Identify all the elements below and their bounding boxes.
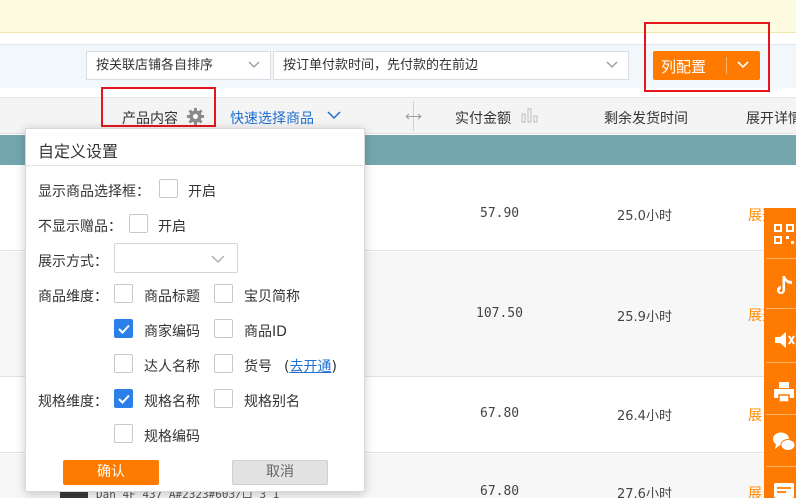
confirm-button[interactable]: 确认	[63, 460, 159, 485]
opt-sku-no-label: 货号	[244, 359, 272, 375]
chat-icon[interactable]	[772, 430, 796, 454]
sidebar-divider	[766, 308, 796, 309]
hide-gift-label: 不显示赠品：	[38, 219, 122, 235]
display-mode-label: 展示方式：	[38, 254, 108, 270]
sort-time-select[interactable]: 按订单付款时间，先付款的在前边	[273, 51, 629, 80]
printer-icon[interactable]	[772, 380, 796, 404]
row-expand-link[interactable]: 展	[748, 483, 762, 498]
sort-time-label: 按订单付款时间，先付款的在前边	[283, 58, 479, 73]
sidebar-divider	[766, 466, 796, 467]
opt-merchant-code-checkbox[interactable]	[114, 319, 133, 338]
spec-dim-label: 规格维度：	[38, 394, 108, 410]
custom-settings-panel: 自定义设置 显示商品选择框： 开启 不显示赠品： 开启 展示方式： 商品维度： …	[25, 128, 365, 492]
row-ship-time: 26.4小时	[617, 409, 672, 424]
col-product-header: 产品内容	[122, 111, 178, 127]
sidebar-divider	[766, 258, 796, 259]
opt-short-name-label: 宝贝简称	[244, 289, 300, 305]
chevron-down-icon	[606, 61, 618, 68]
opt-title-checkbox[interactable]	[114, 284, 133, 303]
message-icon[interactable]	[772, 480, 796, 498]
quick-select-dropdown[interactable]: 快速选择商品	[230, 108, 314, 128]
show-selector-label: 显示商品选择框：	[38, 184, 150, 200]
row-amount: 57.90	[480, 206, 520, 221]
show-selector-checkbox[interactable]	[159, 179, 178, 198]
row-ship-time: 25.9小时	[617, 310, 672, 325]
chevron-down-icon	[248, 61, 260, 68]
opt-merchant-code-label: 商家编码	[144, 324, 200, 340]
sidebar-divider	[766, 414, 796, 415]
chevron-down-icon[interactable]	[327, 110, 341, 120]
column-config-button[interactable]: 列配置	[653, 51, 760, 80]
tiktok-icon[interactable]	[772, 274, 796, 298]
cancel-button[interactable]: 取消	[232, 460, 328, 485]
display-mode-select[interactable]	[114, 243, 238, 273]
speaker-icon[interactable]	[772, 328, 796, 352]
qr-code-icon[interactable]	[772, 222, 796, 246]
col-ship-time-header: 剩余发货时间	[604, 111, 688, 127]
col-amount-header: 实付金额	[455, 111, 511, 127]
opt-spec-name-checkbox[interactable]	[114, 389, 133, 408]
opt-spec-code-checkbox[interactable]	[114, 424, 133, 443]
hide-gift-on-label: 开启	[158, 219, 186, 235]
row-expand-link[interactable]: 展	[748, 405, 762, 425]
row-ship-time: 27.6小时	[617, 487, 672, 498]
show-selector-on-label: 开启	[188, 184, 216, 200]
row-ship-time: 25.0小时	[617, 209, 672, 224]
button-divider	[726, 57, 727, 74]
floating-sidebar	[764, 208, 796, 498]
gear-icon[interactable]	[186, 107, 205, 126]
checkmark-icon	[118, 324, 130, 334]
opt-spec-code-label: 规格编码	[144, 429, 200, 445]
checkmark-icon	[118, 394, 130, 404]
panel-divider	[26, 165, 364, 166]
notice-banner	[0, 0, 796, 33]
opt-sku-no-checkbox[interactable]	[214, 354, 233, 373]
product-dim-label: 商品维度：	[38, 289, 108, 305]
column-config-label: 列配置	[661, 58, 707, 76]
col-expand-header: 展开详情	[746, 111, 796, 127]
opt-spec-alias-label: 规格别名	[244, 394, 300, 410]
hide-gift-checkbox[interactable]	[129, 214, 148, 233]
opt-spec-alias-checkbox[interactable]	[214, 389, 233, 408]
sidebar-divider	[766, 362, 796, 363]
opt-influencer-label: 达人名称	[144, 359, 200, 375]
sort-shop-label: 按关联店铺各自排序	[96, 58, 214, 73]
opt-short-name-checkbox[interactable]	[214, 284, 233, 303]
column-resize-icon[interactable]	[405, 112, 422, 121]
row-amount: 67.80	[480, 484, 520, 498]
chevron-down-icon	[211, 255, 225, 263]
row-amount: 107.50	[476, 306, 523, 321]
opt-spec-name-label: 规格名称	[144, 394, 200, 410]
chevron-down-icon[interactable]	[737, 61, 749, 69]
row-amount: 67.80	[480, 406, 520, 421]
opt-title-label: 商品标题	[144, 289, 200, 305]
opt-influencer-checkbox[interactable]	[114, 354, 133, 373]
open-link-group: (去开通)	[284, 359, 337, 375]
panel-title: 自定义设置	[38, 142, 119, 161]
open-service-link[interactable]: 去开通	[289, 359, 331, 375]
sort-shop-select[interactable]: 按关联店铺各自排序	[86, 51, 271, 80]
opt-product-id-checkbox[interactable]	[214, 319, 233, 338]
opt-product-id-label: 商品ID	[244, 324, 287, 340]
bar-chart-icon[interactable]	[521, 107, 538, 123]
